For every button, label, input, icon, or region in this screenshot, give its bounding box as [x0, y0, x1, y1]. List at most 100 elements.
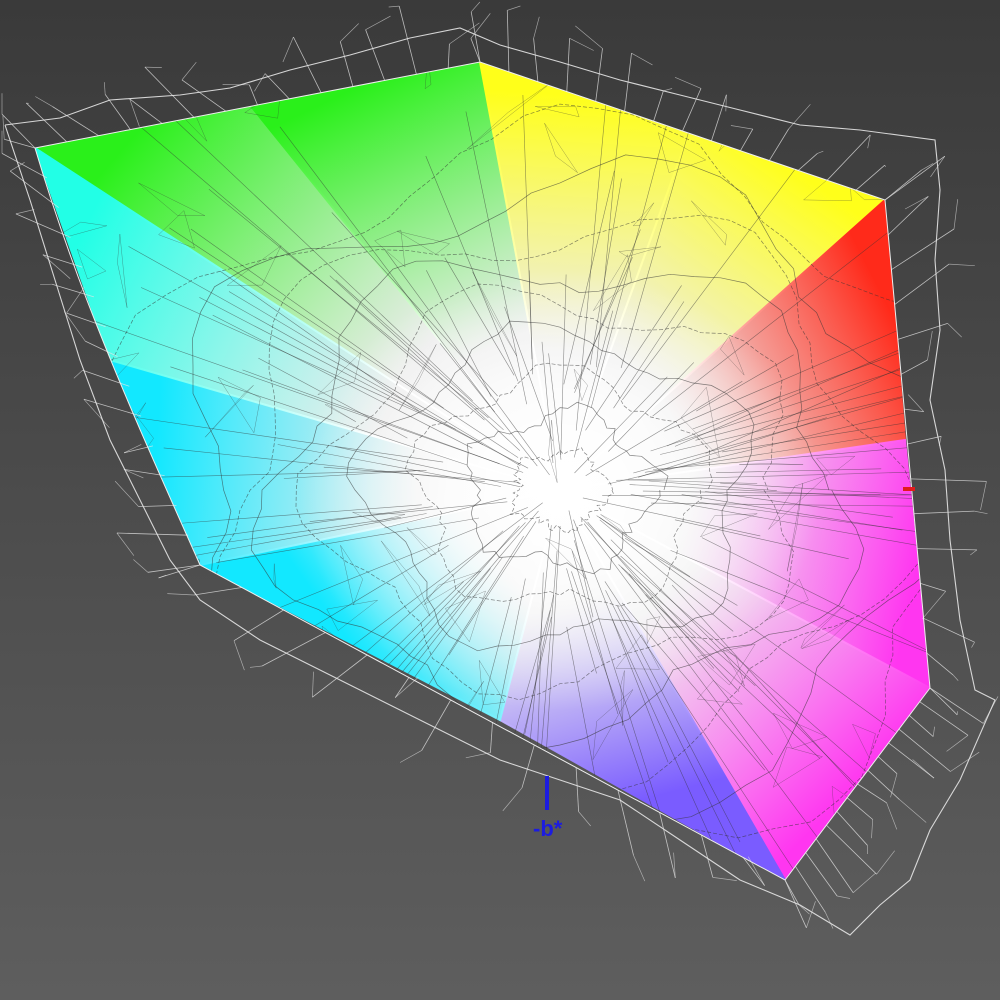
wireframe-spike — [926, 652, 954, 676]
mesh-triangle — [271, 813, 334, 880]
wireframe-spike — [264, 73, 290, 100]
wireframe-edge — [947, 323, 962, 338]
wireframe-edge — [938, 436, 942, 446]
wireframe-spike — [784, 879, 800, 905]
wireframe-edge — [970, 549, 978, 556]
wireframe-spike — [138, 505, 177, 507]
wireframe-spike — [913, 510, 975, 515]
mesh-triangle — [98, 402, 147, 466]
mesh-triangle — [171, 625, 216, 668]
wireframe-spike — [533, 38, 539, 82]
mesh-triangle — [101, 553, 142, 587]
wireframe-spike — [129, 98, 163, 124]
wireframe-edge — [116, 532, 135, 556]
gamut-plot — [1, 1, 999, 936]
wireframe-edge — [103, 82, 106, 95]
wireframe-edge — [876, 850, 895, 875]
wireframe-edge — [949, 263, 975, 267]
neg-b-axis-label: -b* — [533, 816, 563, 841]
wireframe-edge — [2, 115, 5, 140]
wireframe-edge — [871, 819, 874, 839]
wireframe-edge — [569, 37, 594, 51]
a-axis-tick — [903, 487, 915, 491]
wireframe-edge — [953, 199, 959, 230]
mesh-triangle — [99, 629, 119, 718]
wireframe-spike — [919, 701, 969, 736]
wireframe-spike — [855, 164, 885, 191]
wireframe-spike — [740, 128, 754, 151]
mesh-triangle — [65, 681, 108, 723]
wireframe-edge — [15, 209, 35, 215]
wireframe-spike — [575, 767, 579, 812]
wireframe-spike — [888, 742, 935, 779]
wireframe-edge — [982, 696, 999, 724]
wireframe-edge — [40, 283, 53, 286]
mesh-triangle — [341, 813, 405, 830]
wireframe-edge — [249, 665, 263, 668]
wireframe-edge — [712, 877, 737, 881]
wireframe-edge — [974, 510, 988, 515]
wireframe-spike — [910, 478, 987, 482]
wireframe-edge — [837, 895, 851, 899]
wireframe-edge — [312, 671, 314, 698]
wireframe-edge — [817, 150, 824, 154]
wireframe-spike — [826, 824, 877, 875]
wireframe-edge — [930, 156, 946, 178]
wireframe-edge — [663, 88, 673, 92]
wireframe-edge — [578, 811, 591, 827]
wireframe-spike — [421, 699, 452, 751]
wireframe-edge — [465, 752, 491, 759]
wireframe-edge — [575, 25, 603, 49]
mesh-triangle — [445, 776, 504, 818]
gamut-3d-viewport[interactable]: -b* — [0, 0, 1000, 1000]
wireframe-edge — [123, 444, 142, 454]
wireframe-edge — [167, 593, 195, 596]
wireframe-spike — [904, 408, 924, 412]
wireframe-spike — [909, 715, 934, 737]
wireframe-edge — [233, 640, 245, 671]
wireframe-spike — [917, 548, 977, 551]
wireframe-edge — [507, 5, 521, 11]
wireframe-edge — [158, 574, 167, 579]
mesh-triangle — [147, 760, 189, 792]
neg-b-axis-tick — [545, 776, 549, 810]
wireframe-edge — [73, 370, 83, 379]
mesh-triangle — [92, 683, 134, 734]
wireframe-spike — [768, 128, 789, 161]
wireframe-edge — [144, 66, 162, 68]
wireframe-edge — [886, 802, 898, 830]
wireframe-edge — [388, 5, 400, 8]
wireframe-edge — [899, 799, 927, 823]
wireframe-spike — [867, 770, 900, 800]
mesh-triangle — [72, 719, 133, 765]
wireframe-edge — [971, 642, 975, 648]
wireframe-spike — [659, 812, 676, 878]
mesh-triangle — [98, 722, 144, 755]
wireframe-edge — [181, 61, 197, 81]
mesh-triangle — [196, 694, 239, 729]
wireframe-spike — [884, 169, 922, 201]
wireframe-edge — [633, 855, 646, 882]
mesh-triangle — [718, 93, 748, 152]
mesh-triangle — [142, 585, 187, 624]
wireframe-spike — [891, 228, 955, 271]
wireframe-spike — [506, 10, 510, 72]
wireframe-spike — [470, 38, 481, 63]
wireframe-edge — [470, 1, 481, 13]
wireframe-edge — [254, 73, 266, 92]
wireframe-spike — [365, 29, 385, 81]
wireframe-spike — [490, 722, 493, 753]
wireframe-spike — [900, 359, 928, 375]
wireframe-spike — [815, 838, 854, 893]
wireframe-spike — [923, 617, 975, 643]
wireframe-spike — [797, 153, 818, 171]
wireframe-spike — [857, 783, 887, 804]
wireframe-spike — [894, 263, 950, 305]
wireframe-edge — [399, 750, 422, 763]
wireframe-edge — [42, 254, 71, 279]
wireframe-edge — [533, 16, 540, 39]
wireframe-edge — [927, 331, 933, 361]
wireframe-edge — [114, 480, 139, 507]
wireframe-edge — [907, 394, 924, 412]
wireframe-spike — [929, 687, 984, 724]
